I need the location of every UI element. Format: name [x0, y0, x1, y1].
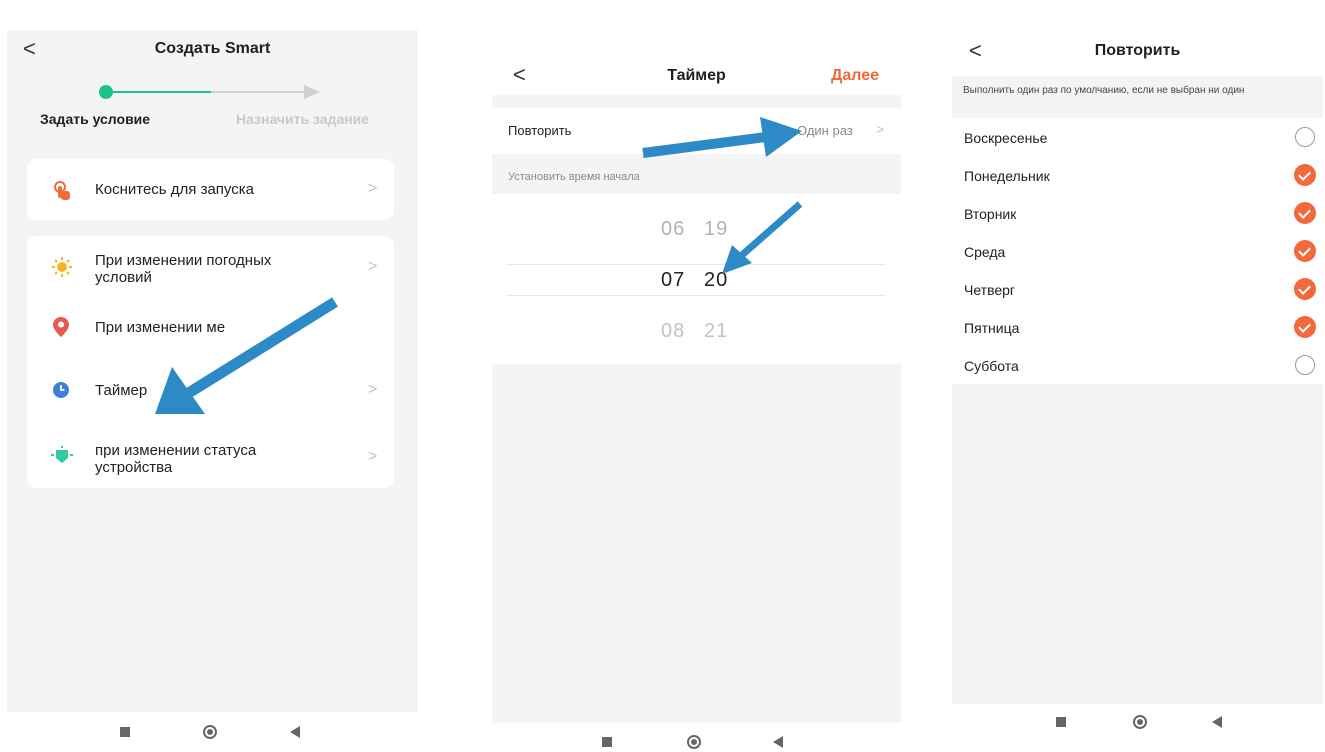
day-label: Воскресенье — [964, 130, 1048, 146]
back-nav-button[interactable] — [1212, 716, 1222, 728]
clock-icon — [52, 381, 70, 404]
checkbox-checked-icon[interactable] — [1294, 316, 1316, 338]
home-button[interactable] — [203, 725, 217, 739]
system-navbar — [492, 723, 901, 749]
recent-apps-button[interactable] — [120, 727, 130, 737]
stepper — [99, 85, 329, 99]
annotation-arrow — [642, 117, 802, 158]
hint-text: Выполнить один раз по умолчанию, если не… — [963, 85, 1245, 96]
list-item-weather[interactable]: При изменении погодных условий > — [27, 236, 394, 296]
list-item-tap[interactable]: Коснитесь для запуска > — [27, 159, 394, 220]
step-arrow-icon — [304, 85, 320, 99]
list-item-label: при изменении статуса устройства — [95, 442, 257, 476]
list-item-label: Коснитесь для запуска — [95, 181, 254, 198]
day-row-saturday[interactable]: Суббота — [952, 346, 1323, 384]
annotation-arrow — [155, 297, 338, 414]
picker-line — [506, 264, 886, 265]
day-label: Среда — [964, 244, 1006, 260]
list-item-label: Таймер — [95, 382, 148, 399]
step-label-active: Задать условие — [40, 111, 151, 127]
create-smart-screen: < Создать Smart Задать условие Назначить… — [7, 30, 418, 712]
chevron-right-icon: > — [876, 121, 885, 137]
picker-line — [506, 295, 886, 296]
system-navbar — [7, 712, 418, 752]
checkbox-unchecked-icon[interactable] — [1295, 355, 1315, 375]
header: < Повторить — [952, 34, 1323, 76]
checkbox-checked-icon[interactable] — [1294, 278, 1316, 300]
day-label: Суббота — [964, 358, 1019, 374]
timer-screen: < Таймер Далее Повторить Один раз > Уста… — [492, 55, 901, 723]
recent-apps-button[interactable] — [602, 737, 612, 747]
list-item-label: При изменении погодных условий — [95, 252, 272, 286]
step-line-inactive — [211, 91, 306, 93]
annotation-arrow — [722, 201, 803, 274]
page-title: Создать Smart — [154, 40, 271, 57]
page-title: Повторить — [1094, 42, 1181, 59]
day-row-friday[interactable]: Пятница — [952, 308, 1323, 346]
home-button[interactable] — [687, 735, 701, 749]
time-picker[interactable]: 06 19 07 20 08 21 — [492, 194, 901, 364]
list-item-device-status[interactable]: при изменении статуса устройства > — [27, 426, 394, 486]
header: < Таймер Далее — [492, 55, 901, 95]
wheel-minute-next: 21 — [704, 320, 729, 342]
day-row-thursday[interactable]: Четверг — [952, 270, 1323, 308]
checkbox-unchecked-icon[interactable] — [1295, 127, 1315, 147]
wheel-hour-selected: 07 — [661, 269, 686, 291]
wheel-hour-prev: 06 — [661, 218, 686, 240]
repeat-screen: < Повторить Выполнить один раз по умолча… — [952, 34, 1323, 704]
day-row-sunday[interactable]: Воскресенье — [952, 118, 1323, 156]
recent-apps-button[interactable] — [1056, 717, 1066, 727]
home-button[interactable] — [1133, 715, 1147, 729]
checkbox-checked-icon[interactable] — [1294, 164, 1316, 186]
back-nav-button[interactable] — [290, 726, 300, 738]
system-navbar — [952, 704, 1323, 744]
tap-to-run-card: Коснитесь для запуска > — [27, 159, 394, 220]
step-line-active — [111, 91, 211, 93]
chevron-right-icon: > — [368, 381, 378, 398]
section-header: Установить время начала — [508, 171, 640, 183]
hand-tap-icon — [52, 180, 72, 207]
day-row-wednesday[interactable]: Среда — [952, 232, 1323, 270]
device-icon — [51, 446, 73, 471]
checkbox-checked-icon[interactable] — [1294, 202, 1316, 224]
checkbox-checked-icon[interactable] — [1294, 240, 1316, 262]
day-label: Четверг — [964, 282, 1016, 298]
day-row-tuesday[interactable]: Вторник — [952, 194, 1323, 232]
chevron-right-icon: > — [368, 258, 378, 275]
back-nav-button[interactable] — [773, 736, 783, 748]
location-pin-icon — [53, 317, 69, 342]
wheel-hour-next: 08 — [661, 320, 686, 342]
day-label: Пятница — [964, 320, 1020, 336]
day-label: Вторник — [964, 206, 1017, 222]
chevron-right-icon: > — [368, 180, 378, 197]
chevron-right-icon: > — [368, 448, 378, 465]
sun-icon — [51, 256, 73, 283]
next-button[interactable]: Далее — [831, 67, 879, 85]
day-label: Понедельник — [964, 168, 1050, 184]
days-list: Воскресенье Понедельник Вторник Среда Че… — [952, 118, 1323, 384]
step-label-inactive: Назначить задание — [236, 111, 370, 127]
day-row-monday[interactable]: Понедельник — [952, 156, 1323, 194]
repeat-label: Повторить — [508, 123, 572, 138]
